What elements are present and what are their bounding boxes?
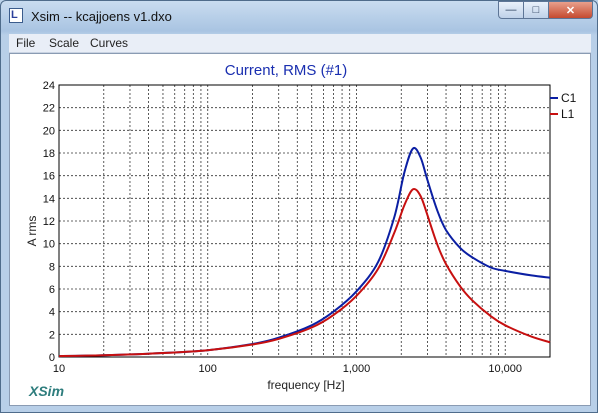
xsim-window: L Xsim -- kcajjoens v1.dxo — □ ✕ File Sc…	[0, 0, 598, 413]
window-controls: — □ ✕	[498, 1, 593, 21]
app-icon-glyph: L	[11, 9, 18, 21]
y-tick-label: 20	[43, 125, 55, 137]
minimize-button[interactable]: —	[498, 1, 524, 19]
x-tick-label: 10	[53, 363, 65, 375]
chart-title: Current, RMS (#1)	[225, 62, 348, 79]
minimize-icon: —	[505, 4, 517, 16]
y-tick-label: 14	[43, 193, 55, 205]
y-tick-label: 18	[43, 148, 55, 160]
grid-lines	[59, 85, 550, 357]
legend: C1L1	[550, 91, 577, 121]
y-tick-label: 2	[49, 329, 55, 341]
menu-file[interactable]: File	[16, 36, 35, 50]
x-tick-label: 100	[199, 363, 217, 375]
close-button[interactable]: ✕	[549, 1, 593, 19]
x-axis-label: frequency [Hz]	[267, 378, 344, 392]
curves	[58, 146, 551, 358]
menu-curves[interactable]: Curves	[90, 36, 128, 50]
plot-area: 0 2 4 6 8 10 12 14 16 18 20 22 24 10 100 1,000 10,000 Cu…	[9, 53, 591, 406]
maximize-button[interactable]: □	[524, 1, 549, 19]
xsim-brand: XSim	[28, 383, 64, 399]
y-tick-label: 10	[43, 239, 55, 251]
maximize-icon: □	[532, 4, 540, 16]
x-tick-label: 10,000	[488, 363, 522, 375]
y-tick-label: 22	[43, 103, 55, 115]
y-tick-label: 8	[49, 261, 55, 273]
x-tick-label: 1,000	[343, 363, 371, 375]
menu-scale[interactable]: Scale	[49, 36, 79, 50]
y-tick-label: 4	[49, 307, 55, 319]
y-axis-label: A rms	[25, 216, 39, 247]
app-icon[interactable]: L	[9, 8, 23, 23]
window-title: Xsim -- kcajjoens v1.dxo	[31, 9, 172, 24]
axis-ticks: 02468101214161820222410 100 1,000 10,000	[43, 80, 522, 375]
y-tick-label: 12	[43, 216, 55, 228]
rms-current-chart[interactable]: 02468101214161820222410 100 1,000 10,000 Cu…	[10, 54, 590, 405]
menu-bar: File Scale Curves	[9, 34, 591, 53]
curve-l1	[58, 187, 551, 358]
legend-label-c1: C1	[561, 91, 577, 105]
y-tick-label: 16	[43, 171, 55, 183]
title-bar[interactable]: L Xsim -- kcajjoens v1.dxo — □ ✕	[1, 1, 597, 33]
legend-label-l1: L1	[561, 107, 575, 121]
close-icon: ✕	[565, 4, 576, 17]
curve-c1	[58, 146, 551, 358]
y-tick-label: 6	[49, 284, 55, 296]
y-tick-label: 24	[43, 80, 55, 92]
